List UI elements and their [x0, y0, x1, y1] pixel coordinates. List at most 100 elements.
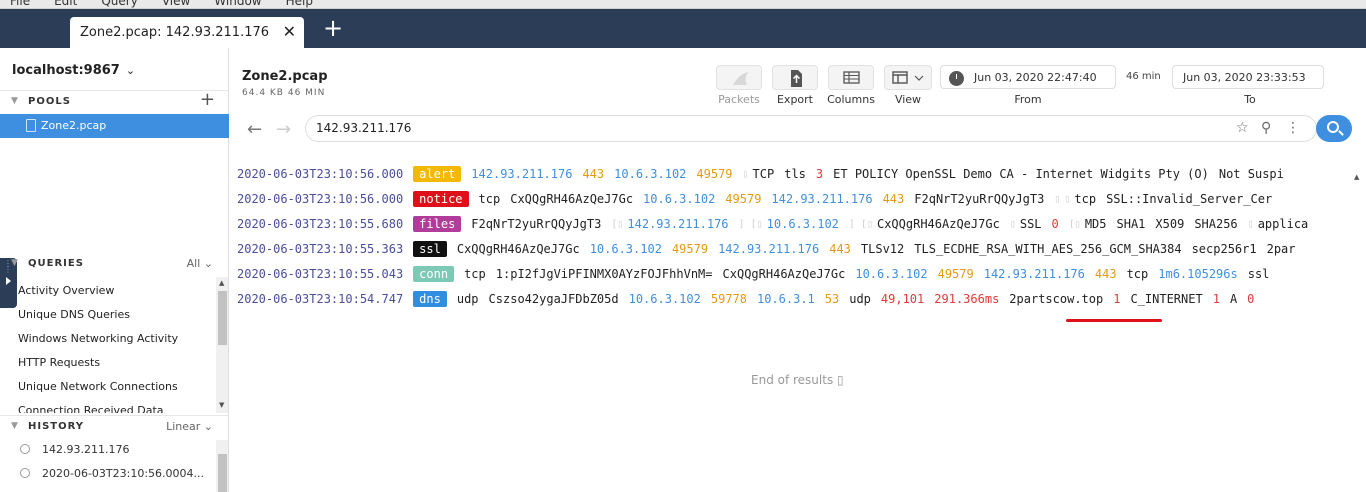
field-value[interactable]: 49579: [672, 242, 708, 256]
export-button[interactable]: [772, 65, 818, 90]
field-value[interactable]: 142.93.211.176: [718, 242, 819, 256]
field-value[interactable]: Not Suspi: [1219, 167, 1284, 181]
path-badge[interactable]: notice: [413, 191, 469, 207]
search-button[interactable]: [1316, 115, 1352, 142]
field-value[interactable]: tcp: [479, 192, 501, 206]
packets-button[interactable]: [716, 65, 762, 90]
add-pool-button[interactable]: +: [200, 89, 215, 110]
queries-scrollbar[interactable]: ▲ ▼: [216, 277, 228, 413]
star-icon[interactable]: ☆: [1236, 120, 1249, 136]
field-value[interactable]: 49579: [725, 192, 761, 206]
result-row[interactable]: 2020-06-03T23:10:55.363 ssl CxQQgRH46AzQeJ…: [237, 241, 1306, 266]
field-value[interactable]: secp256r1: [1192, 242, 1257, 256]
history-item[interactable]: 2020-06-03T23:10:56.0004...: [20, 467, 210, 487]
field-value[interactable]: 3: [816, 167, 823, 181]
history-item[interactable]: 142.93.211.176: [20, 443, 210, 463]
field-value[interactable]: applica: [1258, 217, 1309, 231]
field-value[interactable]: 49,101: [881, 292, 924, 306]
field-value[interactable]: udp: [849, 292, 871, 306]
field-value[interactable]: 291.366ms: [934, 292, 999, 306]
from-date-picker[interactable]: Jun 03, 2020 22:47:40: [940, 65, 1116, 89]
field-value[interactable]: ▯: [1064, 194, 1070, 205]
result-row[interactable]: 2020-06-03T23:10:54.747 dns udp Cszso42ygaJ…: [237, 291, 1264, 316]
queries-filter-select[interactable]: All ⌄: [187, 257, 213, 270]
field-value[interactable]: CxQQgRH46AzQeJ7Gc: [457, 242, 580, 256]
field-value[interactable]: [▯: [1069, 219, 1081, 230]
query-item[interactable]: Unique DNS Queries: [0, 303, 215, 327]
field-value[interactable]: 10.6.3.102: [855, 267, 927, 281]
query-item[interactable]: Unique Network Connections: [0, 375, 215, 399]
queries-header[interactable]: ▼ QUERIES All ⌄: [0, 253, 229, 275]
search-input[interactable]: [316, 121, 1216, 135]
history-mode-select[interactable]: Linear ⌄: [166, 420, 213, 433]
field-value[interactable]: 0: [1052, 217, 1059, 231]
field-value[interactable]: 142.93.211.176: [771, 192, 872, 206]
field-value[interactable]: ssl: [1248, 267, 1270, 281]
pool-item-zone2[interactable]: Zone2.pcap: [0, 114, 229, 138]
field-value[interactable]: F2qNrT2yuRrQQyJgT3: [471, 217, 601, 231]
field-value[interactable]: 142.93.211.176: [627, 217, 728, 231]
field-value[interactable]: 0: [1247, 292, 1254, 306]
field-value[interactable]: MD5: [1085, 217, 1107, 231]
field-value[interactable]: F2qNrT2yuRrQQyJgT3: [914, 192, 1044, 206]
field-value[interactable]: 1:pI2fJgViPFINMX0AYzFOJFhhVnM=: [496, 267, 713, 281]
field-value[interactable]: [▯: [611, 219, 623, 230]
field-value[interactable]: CxQQgRH46AzQeJ7Gc: [510, 192, 633, 206]
field-value[interactable]: 142.93.211.176: [984, 267, 1085, 281]
field-value[interactable]: 1: [1213, 292, 1220, 306]
field-value[interactable]: SHA1: [1117, 217, 1146, 231]
path-badge[interactable]: conn: [413, 266, 455, 282]
field-value[interactable]: ▯: [1010, 219, 1016, 230]
result-row[interactable]: 2020-06-03T23:10:56.000 notice tcp CxQQgRH4…: [237, 191, 1282, 216]
path-badge[interactable]: ssl: [413, 241, 447, 257]
scroll-up-icon[interactable]: ▲: [219, 279, 224, 287]
tab-zone2[interactable]: Zone2.pcap: 142.93.211.176 ✕: [70, 17, 304, 48]
field-value[interactable]: 443: [1095, 267, 1117, 281]
result-row[interactable]: 2020-06-03T23:10:56.000 alert 142.93.211.1…: [237, 166, 1294, 191]
field-value[interactable]: TLSv12: [861, 242, 904, 256]
field-value[interactable]: 10.6.3.1: [757, 292, 815, 306]
field-value[interactable]: CxQQgRH46AzQeJ7Gc: [877, 217, 1000, 231]
queries-scroll-thumb[interactable]: [218, 291, 227, 345]
field-value[interactable]: SSL: [1020, 217, 1042, 231]
path-badge[interactable]: files: [413, 216, 462, 232]
field-value[interactable]: 10.6.3.102: [614, 167, 686, 181]
field-value[interactable]: udp: [457, 292, 479, 306]
history-scrollbar[interactable]: [216, 440, 228, 492]
field-value[interactable]: 10.6.3.102: [643, 192, 715, 206]
field-value[interactable]: CxQQgRH46AzQeJ7Gc: [723, 267, 846, 281]
field-value[interactable]: ▯: [743, 169, 749, 180]
field-value[interactable]: ▯: [1054, 194, 1060, 205]
path-badge[interactable]: alert: [413, 166, 462, 182]
field-value[interactable]: 10.6.3.102: [629, 292, 701, 306]
field-value[interactable]: 10.6.3.102: [767, 217, 839, 231]
pools-header[interactable]: ▼ POOLS +: [0, 89, 229, 112]
field-value[interactable]: 1m6.105296s: [1158, 267, 1237, 281]
field-value[interactable]: TLS_ECDHE_RSA_WITH_AES_256_GCM_SHA384: [914, 242, 1181, 256]
scroll-up-icon[interactable]: ▲: [1354, 173, 1364, 185]
path-badge[interactable]: dns: [413, 291, 447, 307]
field-value[interactable]: tcp: [1127, 267, 1149, 281]
more-vertical-icon[interactable]: ⋮: [1286, 120, 1300, 136]
field-value[interactable]: 142.93.211.176: [471, 167, 572, 181]
field-value[interactable]: 2par: [1267, 242, 1296, 256]
field-value[interactable]: tls: [784, 167, 806, 181]
field-value[interactable]: 49579: [696, 167, 732, 181]
field-value[interactable]: C_INTERNET: [1130, 292, 1202, 306]
forward-arrow-icon[interactable]: →: [276, 119, 291, 140]
field-value[interactable]: 2partscow.top: [1009, 292, 1103, 306]
columns-button[interactable]: [828, 65, 874, 90]
scroll-down-icon[interactable]: ▼: [219, 401, 224, 409]
field-value[interactable]: ▯: [1248, 219, 1254, 230]
view-button[interactable]: [884, 65, 932, 90]
field-value[interactable]: 443: [582, 167, 604, 181]
field-value[interactable]: ET POLICY OpenSSL Demo CA - Internet Wid…: [833, 167, 1209, 181]
pin-icon[interactable]: ⚲: [1261, 120, 1271, 136]
field-value[interactable]: Cszso42ygaJFDbZ05d: [489, 292, 619, 306]
field-value[interactable]: 1: [1113, 292, 1120, 306]
back-arrow-icon[interactable]: ←: [247, 119, 262, 140]
new-tab-button[interactable]: +: [320, 15, 346, 41]
field-value[interactable]: A: [1230, 292, 1237, 306]
field-value[interactable]: X509: [1155, 217, 1184, 231]
field-value[interactable]: 59778: [711, 292, 747, 306]
